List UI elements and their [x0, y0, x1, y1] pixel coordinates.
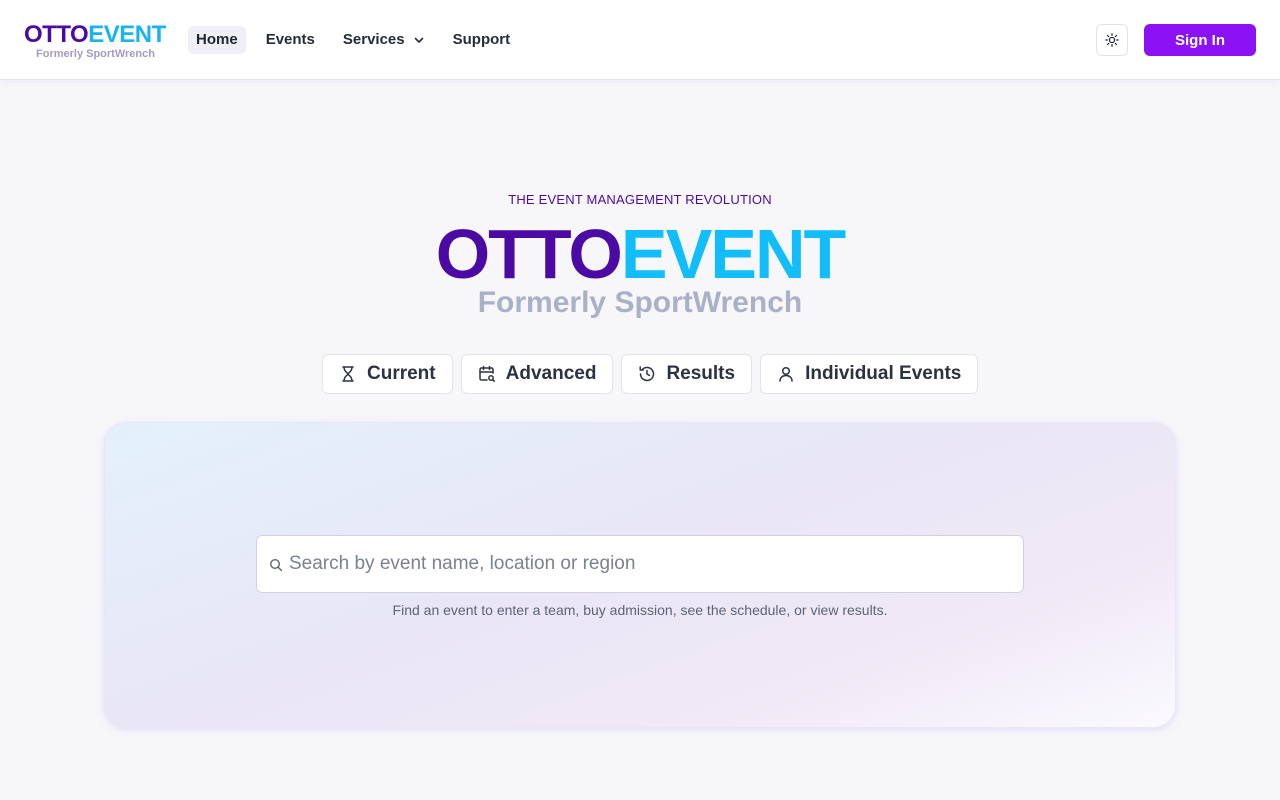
top-navbar: OTTOEVENT Formerly SportWrench Home Even…: [0, 0, 1280, 80]
nav-home[interactable]: Home: [188, 26, 246, 54]
hero-logo-subtitle: Formerly SportWrench: [477, 286, 803, 319]
search-icon: [269, 558, 283, 572]
hourglass-icon: [339, 365, 357, 383]
hero-tagline: THE EVENT MANAGEMENT REVOLUTION: [508, 192, 772, 207]
sign-in-button[interactable]: Sign In: [1144, 24, 1256, 56]
user-icon: [777, 365, 795, 383]
search-field[interactable]: [256, 535, 1024, 593]
main-nav: Home Events Services Support: [188, 26, 530, 54]
brand-wordmark: OTTOEVENT: [24, 21, 166, 48]
nav-support[interactable]: Support: [445, 26, 519, 54]
sun-icon: [1105, 33, 1119, 47]
brand-logo[interactable]: OTTOEVENT Formerly SportWrench: [24, 21, 166, 61]
nav-events[interactable]: Events: [258, 26, 323, 54]
search-input[interactable]: [289, 536, 1009, 592]
search-mode-tabs: Current Advanced Results Individual Even…: [322, 354, 986, 394]
tab-current[interactable]: Current: [322, 354, 453, 394]
theme-toggle-button[interactable]: [1096, 24, 1128, 56]
search-helper-text: Find an event to enter a team, buy admis…: [392, 602, 888, 618]
brand-subtitle: Formerly SportWrench: [36, 48, 155, 60]
history-icon: [638, 365, 656, 383]
tab-advanced[interactable]: Advanced: [460, 354, 614, 394]
tab-results[interactable]: Results: [621, 354, 753, 394]
calendar-search-icon: [478, 365, 496, 383]
chevron-down-icon: [414, 37, 423, 43]
nav-services[interactable]: Services: [335, 26, 433, 54]
hero-logo: OTTOEVENT: [435, 215, 847, 293]
tab-individual-events[interactable]: Individual Events: [760, 354, 979, 394]
